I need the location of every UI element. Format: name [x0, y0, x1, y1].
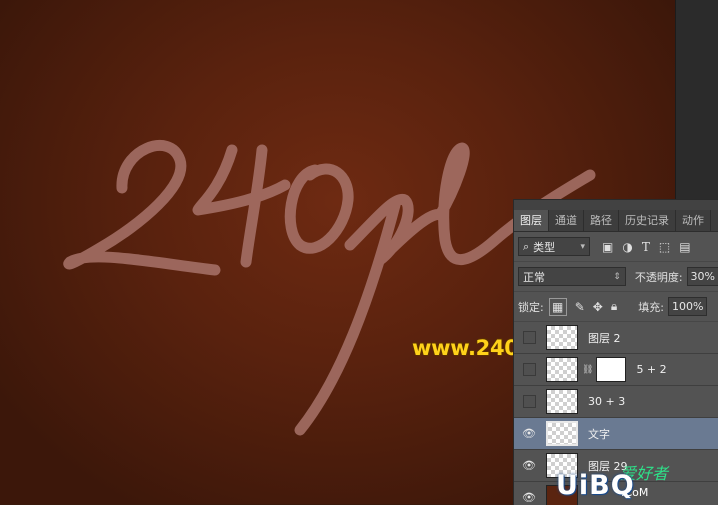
lock-position-icon[interactable]: ✥	[593, 300, 603, 314]
lock-all-icon[interactable]: 🔒︎	[611, 299, 617, 314]
tab-layers[interactable]: 图层	[514, 210, 549, 231]
search-icon: ⌕	[523, 239, 530, 253]
adjustment-filter-icon[interactable]: ◑	[622, 240, 632, 254]
visibility-toggle[interactable]	[514, 331, 544, 344]
visibility-toggle[interactable]: 👁︎	[514, 459, 544, 472]
layer-row[interactable]: 30 + 3	[514, 386, 718, 418]
filter-row: ⌕ 类型 ▾ ▣ ◑ T ⬚ ▤	[514, 232, 718, 262]
visibility-toggle[interactable]: 👁︎	[514, 427, 544, 440]
tab-channels[interactable]: 通道	[549, 210, 584, 231]
visibility-off-box	[522, 395, 536, 408]
blend-row: 正常 ⇕ 不透明度: 30%	[514, 262, 718, 292]
layer-thumbnail	[546, 357, 578, 382]
layer-name[interactable]: 文字	[588, 426, 610, 442]
panel-tabs: 图层 通道 路径 历史记录 动作	[514, 210, 718, 232]
fill-label: 填充:	[638, 300, 664, 314]
tab-paths[interactable]: 路径	[584, 210, 619, 231]
visibility-off-box	[522, 331, 536, 344]
lock-transparent-pixels-icon[interactable]: ▦	[548, 297, 567, 316]
blend-mode-value: 正常	[523, 270, 545, 284]
layer-thumbnail	[546, 389, 578, 414]
layer-name[interactable]: 30 + 3	[588, 395, 625, 408]
chevron-down-icon: ▾	[580, 241, 585, 252]
layer-name[interactable]: 5 + 2	[636, 363, 666, 376]
visibility-off-box	[522, 363, 536, 376]
layer-name[interactable]: 图层 2	[588, 330, 621, 346]
layer-row-selected[interactable]: 👁︎ 文字	[514, 418, 718, 450]
blend-mode-select[interactable]: 正常 ⇕	[518, 267, 626, 286]
panel-title-bar[interactable]	[514, 200, 718, 210]
smart-object-filter-icon[interactable]: ▤	[679, 240, 690, 254]
tab-history[interactable]: 历史记录	[619, 210, 676, 231]
chevron-updown-icon: ⇕	[613, 271, 621, 282]
layer-thumbnail	[546, 325, 578, 350]
opacity-input[interactable]: 30%	[686, 267, 718, 286]
layer-row[interactable]: 图层 2	[514, 322, 718, 354]
mask-link-icon[interactable]: ⛓	[582, 365, 593, 375]
layer-row[interactable]: ⛓ 5 + 2	[514, 354, 718, 386]
visibility-toggle[interactable]	[514, 363, 544, 376]
visibility-toggle[interactable]: 👁︎	[514, 491, 544, 504]
brand-domain: .CoM	[621, 486, 649, 499]
image-filter-icon[interactable]: ▣	[602, 240, 613, 254]
eye-icon: 👁︎	[522, 491, 536, 504]
tab-actions[interactable]: 动作	[676, 210, 711, 231]
visibility-toggle[interactable]	[514, 395, 544, 408]
eye-icon: 👁︎	[522, 427, 536, 440]
layer-kind-filter-select[interactable]: ⌕ 类型 ▾	[518, 237, 590, 256]
type-filter-icon[interactable]: T	[642, 240, 650, 254]
lock-label: 锁定:	[518, 300, 544, 314]
eye-icon: 👁︎	[522, 459, 536, 472]
opacity-label: 不透明度:	[634, 270, 683, 284]
lock-image-pixels-icon[interactable]: ✎	[575, 300, 585, 314]
lock-row: 锁定: ▦ ✎ ✥ 🔒︎ 填充: 100%	[514, 292, 718, 322]
kind-filter-value: 类型	[533, 240, 556, 254]
shape-filter-icon[interactable]: ⬚	[659, 240, 670, 254]
layer-mask-thumbnail[interactable]	[596, 357, 627, 382]
layers-panel: 图层 通道 路径 历史记录 动作 ⌕ 类型 ▾ ▣ ◑ T ⬚ ▤ 正常 ⇕ 不…	[513, 199, 718, 505]
layer-thumbnail	[546, 421, 578, 446]
fill-input[interactable]: 100%	[667, 297, 708, 316]
